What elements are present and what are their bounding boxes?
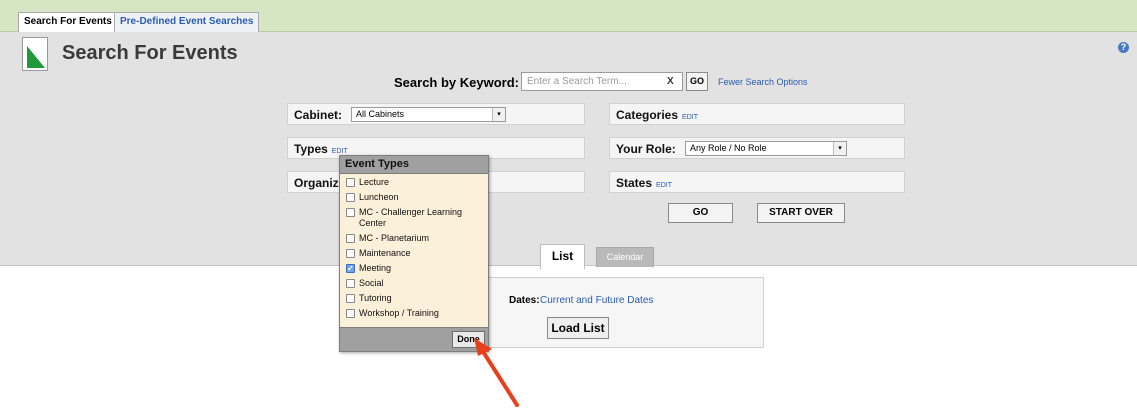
categories-edit-link[interactable]: EDIT	[682, 114, 698, 121]
event-type-label: Lecture	[359, 177, 390, 187]
event-types-popup: Event Types Lecture Luncheon MC - Challeng…	[339, 155, 489, 352]
fewer-search-options-link[interactable]: Fewer Search Options	[718, 77, 808, 87]
tab-calendar-view[interactable]: Calendar	[596, 247, 654, 267]
event-type-label: Meeting	[359, 263, 392, 273]
role-select-value: Any Role / No Role	[690, 143, 767, 153]
tab-search-for-events[interactable]: Search For Events	[18, 12, 118, 32]
done-button[interactable]: Done	[452, 331, 485, 348]
types-label: Types	[294, 142, 328, 156]
event-type-checkbox[interactable]	[346, 263, 355, 274]
organizations-label: Organiz	[294, 176, 339, 190]
event-type-checkbox[interactable]	[346, 279, 355, 288]
role-field: Your Role: Any Role / No Role ▾	[609, 137, 905, 159]
tab-pre-defined-event-searches[interactable]: Pre-Defined Event Searches	[114, 12, 260, 32]
event-type-option[interactable]: Meeting	[340, 263, 488, 274]
dates-filter-link[interactable]: Current and Future Dates	[540, 295, 653, 306]
cabinet-field: Cabinet: All Cabinets ▾	[287, 103, 585, 125]
load-list-button[interactable]: Load List	[547, 317, 609, 339]
event-type-option[interactable]: Maintenance	[340, 248, 488, 259]
clear-keyword-icon[interactable]: X	[667, 76, 674, 87]
event-types-list: Lecture Luncheon MC - Challenger Learning …	[340, 174, 488, 319]
start-over-button[interactable]: START OVER	[757, 203, 845, 223]
cabinet-label: Cabinet:	[294, 108, 342, 122]
states-field: States EDIT	[609, 171, 905, 193]
event-type-label: MC - Planetarium	[359, 233, 430, 243]
event-type-label: Maintenance	[359, 248, 411, 258]
event-type-label: Tutoring	[359, 293, 392, 303]
states-edit-link[interactable]: EDIT	[656, 182, 672, 189]
event-type-option[interactable]: Lecture	[340, 177, 488, 188]
event-type-checkbox[interactable]	[346, 234, 355, 243]
select-arrow-icon: ▾	[833, 142, 846, 155]
event-type-checkbox[interactable]	[346, 309, 355, 318]
categories-label: Categories	[616, 108, 679, 122]
event-type-checkbox[interactable]	[346, 249, 355, 258]
cabinet-select[interactable]: All Cabinets ▾	[351, 107, 506, 122]
event-types-popup-title: Event Types	[340, 156, 488, 174]
event-type-option[interactable]: MC - Planetarium	[340, 233, 488, 244]
event-type-option[interactable]: Tutoring	[340, 293, 488, 304]
event-type-label: Luncheon	[359, 192, 399, 202]
event-type-checkbox[interactable]	[346, 208, 355, 217]
select-arrow-icon: ▾	[492, 108, 505, 121]
role-label: Your Role:	[616, 142, 676, 156]
tab-list-view[interactable]: List	[540, 244, 585, 269]
dates-label: Dates:	[509, 295, 540, 306]
search-panel: Search For Events ? Search by Keyword: X…	[0, 32, 1137, 266]
event-type-checkbox[interactable]	[346, 178, 355, 187]
event-type-label: Social	[359, 278, 384, 288]
cabinet-select-value: All Cabinets	[356, 109, 405, 119]
event-type-label: Workshop / Training	[359, 308, 439, 318]
categories-field: Categories EDIT	[609, 103, 905, 125]
event-type-label: MC - Challenger Learning Center	[359, 207, 463, 228]
states-label: States	[616, 176, 653, 190]
event-type-option[interactable]: Workshop / Training	[340, 308, 488, 319]
event-type-checkbox[interactable]	[346, 193, 355, 202]
types-edit-link[interactable]: EDIT	[332, 148, 348, 155]
keyword-search-input[interactable]	[521, 72, 683, 91]
help-icon[interactable]: ?	[1118, 42, 1129, 53]
app-logo-icon	[22, 37, 48, 71]
keyword-label: Search by Keyword:	[394, 75, 519, 90]
keyword-go-button[interactable]: GO	[686, 72, 708, 91]
event-type-option[interactable]: Social	[340, 278, 488, 289]
event-type-checkbox[interactable]	[346, 294, 355, 303]
event-type-option[interactable]: MC - Challenger Learning Center	[340, 207, 488, 229]
go-button[interactable]: GO	[668, 203, 733, 223]
page-title: Search For Events	[62, 42, 238, 64]
role-select[interactable]: Any Role / No Role ▾	[685, 141, 847, 156]
top-tab-strip: Search For Events Pre-Defined Event Sear…	[0, 0, 1137, 32]
event-type-option[interactable]: Luncheon	[340, 192, 488, 203]
event-types-popup-footer: Done	[340, 327, 488, 351]
